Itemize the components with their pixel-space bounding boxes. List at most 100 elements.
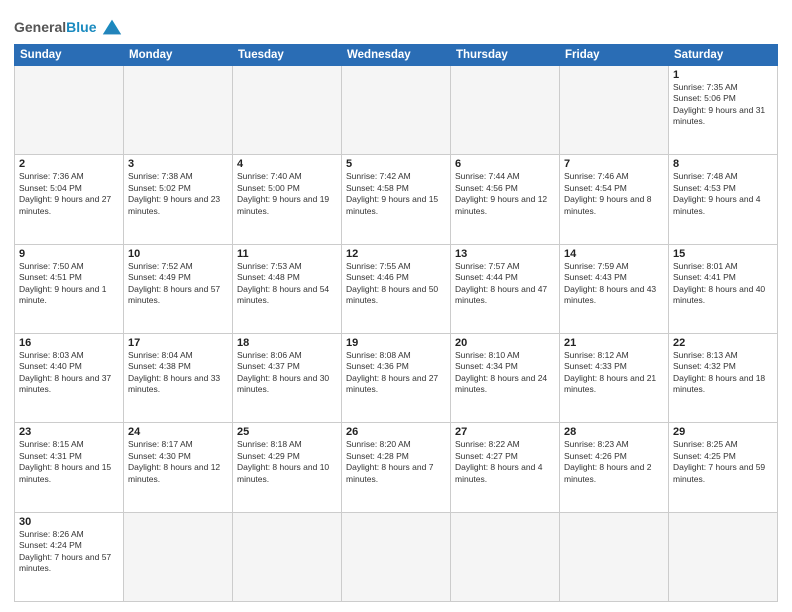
weekday-header-friday: Friday [560,45,669,66]
day-cell: 8Sunrise: 7:48 AM Sunset: 4:53 PM Daylig… [669,155,778,244]
day-cell: 16Sunrise: 8:03 AM Sunset: 4:40 PM Dayli… [15,333,124,422]
day-number: 25 [237,426,337,438]
day-info: Sunrise: 7:57 AM Sunset: 4:44 PM Dayligh… [455,261,555,307]
weekday-header-wednesday: Wednesday [342,45,451,66]
day-info: Sunrise: 7:48 AM Sunset: 4:53 PM Dayligh… [673,171,773,217]
day-info: Sunrise: 8:20 AM Sunset: 4:28 PM Dayligh… [346,439,446,485]
day-info: Sunrise: 8:22 AM Sunset: 4:27 PM Dayligh… [455,439,555,485]
day-info: Sunrise: 7:46 AM Sunset: 4:54 PM Dayligh… [564,171,664,217]
day-number: 26 [346,426,446,438]
day-info: Sunrise: 8:03 AM Sunset: 4:40 PM Dayligh… [19,350,119,396]
day-cell: 11Sunrise: 7:53 AM Sunset: 4:48 PM Dayli… [233,244,342,333]
day-cell: 22Sunrise: 8:13 AM Sunset: 4:32 PM Dayli… [669,333,778,422]
day-info: Sunrise: 7:53 AM Sunset: 4:48 PM Dayligh… [237,261,337,307]
weekday-header-saturday: Saturday [669,45,778,66]
day-info: Sunrise: 7:50 AM Sunset: 4:51 PM Dayligh… [19,261,119,307]
day-cell: 6Sunrise: 7:44 AM Sunset: 4:56 PM Daylig… [451,155,560,244]
day-cell: 29Sunrise: 8:25 AM Sunset: 4:25 PM Dayli… [669,423,778,512]
day-cell: 14Sunrise: 7:59 AM Sunset: 4:43 PM Dayli… [560,244,669,333]
day-number: 22 [673,337,773,349]
weekday-header-monday: Monday [124,45,233,66]
day-info: Sunrise: 7:52 AM Sunset: 4:49 PM Dayligh… [128,261,228,307]
weekday-header-thursday: Thursday [451,45,560,66]
day-cell [342,512,451,601]
week-row-3: 16Sunrise: 8:03 AM Sunset: 4:40 PM Dayli… [15,333,778,422]
day-cell [451,512,560,601]
day-number: 7 [564,158,664,170]
day-info: Sunrise: 8:10 AM Sunset: 4:34 PM Dayligh… [455,350,555,396]
day-number: 30 [19,516,119,528]
day-info: Sunrise: 7:44 AM Sunset: 4:56 PM Dayligh… [455,171,555,217]
day-info: Sunrise: 7:36 AM Sunset: 5:04 PM Dayligh… [19,171,119,217]
day-number: 6 [455,158,555,170]
day-info: Sunrise: 8:13 AM Sunset: 4:32 PM Dayligh… [673,350,773,396]
day-cell [342,66,451,155]
day-cell: 27Sunrise: 8:22 AM Sunset: 4:27 PM Dayli… [451,423,560,512]
day-info: Sunrise: 8:23 AM Sunset: 4:26 PM Dayligh… [564,439,664,485]
header: GeneralBlue [14,12,778,38]
day-info: Sunrise: 8:12 AM Sunset: 4:33 PM Dayligh… [564,350,664,396]
day-info: Sunrise: 8:25 AM Sunset: 4:25 PM Dayligh… [673,439,773,485]
day-number: 15 [673,248,773,260]
day-number: 2 [19,158,119,170]
day-cell: 13Sunrise: 7:57 AM Sunset: 4:44 PM Dayli… [451,244,560,333]
day-number: 28 [564,426,664,438]
week-row-0: 1Sunrise: 7:35 AM Sunset: 5:06 PM Daylig… [15,66,778,155]
calendar: SundayMondayTuesdayWednesdayThursdayFrid… [14,44,778,602]
day-number: 14 [564,248,664,260]
day-number: 4 [237,158,337,170]
day-cell: 25Sunrise: 8:18 AM Sunset: 4:29 PM Dayli… [233,423,342,512]
day-info: Sunrise: 7:59 AM Sunset: 4:43 PM Dayligh… [564,261,664,307]
day-cell: 19Sunrise: 8:08 AM Sunset: 4:36 PM Dayli… [342,333,451,422]
week-row-2: 9Sunrise: 7:50 AM Sunset: 4:51 PM Daylig… [15,244,778,333]
day-cell [233,512,342,601]
logo-blue: Blue [66,19,96,35]
day-cell: 7Sunrise: 7:46 AM Sunset: 4:54 PM Daylig… [560,155,669,244]
weekday-header-row: SundayMondayTuesdayWednesdayThursdayFrid… [15,45,778,66]
day-cell [451,66,560,155]
day-number: 24 [128,426,228,438]
day-number: 17 [128,337,228,349]
day-cell: 15Sunrise: 8:01 AM Sunset: 4:41 PM Dayli… [669,244,778,333]
day-info: Sunrise: 8:17 AM Sunset: 4:30 PM Dayligh… [128,439,228,485]
day-info: Sunrise: 8:06 AM Sunset: 4:37 PM Dayligh… [237,350,337,396]
day-number: 8 [673,158,773,170]
day-number: 5 [346,158,446,170]
day-cell: 28Sunrise: 8:23 AM Sunset: 4:26 PM Dayli… [560,423,669,512]
day-cell: 30Sunrise: 8:26 AM Sunset: 4:24 PM Dayli… [15,512,124,601]
week-row-5: 30Sunrise: 8:26 AM Sunset: 4:24 PM Dayli… [15,512,778,601]
day-number: 19 [346,337,446,349]
day-cell [560,66,669,155]
day-cell: 26Sunrise: 8:20 AM Sunset: 4:28 PM Dayli… [342,423,451,512]
day-cell: 12Sunrise: 7:55 AM Sunset: 4:46 PM Dayli… [342,244,451,333]
day-cell: 20Sunrise: 8:10 AM Sunset: 4:34 PM Dayli… [451,333,560,422]
day-cell: 21Sunrise: 8:12 AM Sunset: 4:33 PM Dayli… [560,333,669,422]
day-cell [669,512,778,601]
logo: GeneralBlue [14,16,126,38]
day-number: 3 [128,158,228,170]
day-number: 23 [19,426,119,438]
weekday-header-tuesday: Tuesday [233,45,342,66]
day-cell: 3Sunrise: 7:38 AM Sunset: 5:02 PM Daylig… [124,155,233,244]
day-cell [124,66,233,155]
day-cell [560,512,669,601]
day-info: Sunrise: 7:38 AM Sunset: 5:02 PM Dayligh… [128,171,228,217]
day-info: Sunrise: 7:42 AM Sunset: 4:58 PM Dayligh… [346,171,446,217]
day-cell [233,66,342,155]
week-row-1: 2Sunrise: 7:36 AM Sunset: 5:04 PM Daylig… [15,155,778,244]
logo-icon [98,16,126,38]
day-cell: 5Sunrise: 7:42 AM Sunset: 4:58 PM Daylig… [342,155,451,244]
page: GeneralBlue SundayMondayTuesdayWednesday… [0,0,792,612]
day-cell: 18Sunrise: 8:06 AM Sunset: 4:37 PM Dayli… [233,333,342,422]
day-number: 13 [455,248,555,260]
day-number: 10 [128,248,228,260]
day-number: 18 [237,337,337,349]
day-number: 20 [455,337,555,349]
day-cell: 4Sunrise: 7:40 AM Sunset: 5:00 PM Daylig… [233,155,342,244]
day-number: 9 [19,248,119,260]
day-cell: 23Sunrise: 8:15 AM Sunset: 4:31 PM Dayli… [15,423,124,512]
day-cell: 24Sunrise: 8:17 AM Sunset: 4:30 PM Dayli… [124,423,233,512]
weekday-header-sunday: Sunday [15,45,124,66]
logo-text: GeneralBlue [14,19,96,36]
day-info: Sunrise: 8:26 AM Sunset: 4:24 PM Dayligh… [19,529,119,575]
